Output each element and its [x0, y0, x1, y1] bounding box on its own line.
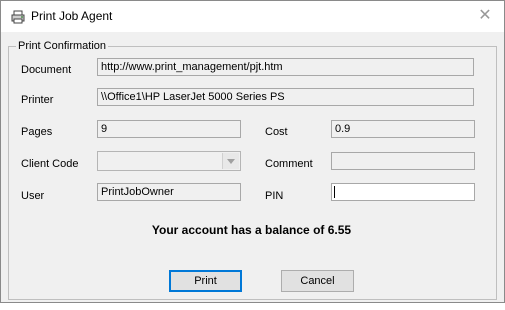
cost-label: Cost [265, 126, 288, 138]
chevron-down-icon [227, 159, 235, 164]
client-code-combo[interactable] [97, 151, 241, 171]
print-button[interactable]: Print [169, 270, 242, 292]
dropdown-button[interactable] [222, 153, 239, 169]
user-label: User [21, 190, 45, 202]
print-confirmation-group [8, 46, 497, 300]
pages-label: Pages [21, 126, 53, 138]
document-field[interactable]: http://www.print_management/pjt.htm [97, 58, 474, 76]
user-field[interactable]: PrintJobOwner [97, 183, 241, 201]
text-cursor [334, 186, 335, 198]
printer-agent-icon [11, 10, 25, 24]
pin-label: PIN [265, 190, 284, 202]
document-label: Document [21, 64, 72, 76]
window-title: Print Job Agent [31, 9, 113, 23]
printer-label: Printer [21, 94, 54, 106]
comment-label: Comment [265, 158, 313, 170]
comment-field[interactable] [331, 152, 475, 170]
pages-field[interactable]: 9 [97, 120, 241, 138]
account-balance-message: Your account has a balance of 6.55 [151, 223, 352, 237]
close-icon[interactable]: ✕ [476, 7, 494, 25]
cost-field[interactable]: 0.9 [331, 120, 475, 138]
pin-field[interactable] [331, 183, 475, 201]
title-bar: Print Job Agent ✕ [1, 1, 504, 32]
printer-field[interactable]: \\Office1\HP LaserJet 5000 Series PS [97, 88, 474, 106]
client-code-label: Client Code [21, 158, 79, 170]
cancel-button[interactable]: Cancel [281, 270, 354, 292]
group-label: Print Confirmation [16, 40, 109, 52]
